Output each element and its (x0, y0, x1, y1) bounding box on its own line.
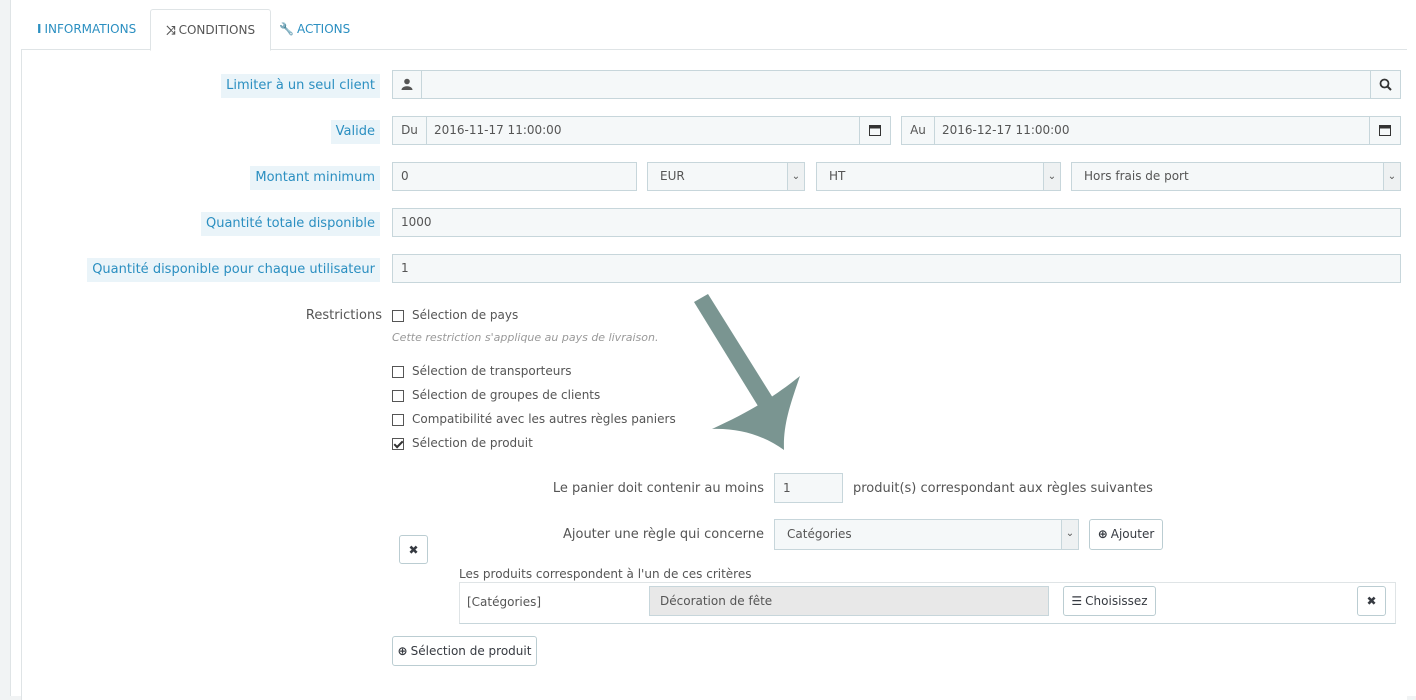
groups-checkbox[interactable] (392, 390, 404, 402)
compat-checkbox-label[interactable]: Compatibilité avec les autres règles pan… (412, 412, 676, 426)
criteria-value-field: Décoration de fête (649, 586, 1049, 616)
date-to-input[interactable]: 2016-12-17 11:00:00 (934, 117, 1368, 144)
tab-conditions[interactable]: ⤨ CONDITIONS (150, 9, 272, 51)
validity-label: Valide (330, 120, 380, 144)
user-icon (393, 71, 422, 98)
remove-rule-group-button[interactable]: ✖ (399, 535, 428, 564)
calendar-icon[interactable] (859, 117, 890, 144)
product-checkbox-label[interactable]: Sélection de produit (412, 436, 533, 450)
add-rule-label: Ajouter une règle qui concerne (562, 527, 764, 542)
list-icon: ☰ (1071, 594, 1083, 608)
criteria-label: Les produits correspondent à l'un de ces… (459, 567, 752, 581)
total-quantity-input[interactable]: 1000 (392, 208, 1401, 237)
groups-checkbox-label[interactable]: Sélection de groupes de clients (412, 388, 600, 402)
remove-criteria-button[interactable]: ✖ (1357, 586, 1386, 616)
criteria-type: [Catégories] (467, 595, 542, 609)
shuffle-icon: ⤨ (166, 23, 176, 37)
currency-select[interactable]: EUR ⌄ (647, 162, 805, 191)
user-quantity-input[interactable]: 1 (392, 254, 1401, 283)
chevron-down-icon: ⌄ (1043, 163, 1060, 190)
chevron-down-icon: ⌄ (1061, 520, 1078, 549)
chevron-down-icon: ⌄ (1383, 163, 1400, 190)
calendar-icon[interactable] (1369, 117, 1400, 144)
total-quantity-label: Quantité totale disponible (200, 212, 380, 236)
carriers-checkbox-label[interactable]: Sélection de transporteurs (412, 364, 572, 378)
client-search-field[interactable] (392, 70, 1401, 99)
date-from-field[interactable]: Du 2016-11-17 11:00:00 (392, 116, 891, 145)
plus-circle-icon: ⊕ (1097, 527, 1108, 541)
close-icon: ✖ (408, 543, 419, 557)
country-hint: Cette restriction s'applique au pays de … (392, 331, 659, 344)
client-label: Limiter à un seul client (221, 74, 380, 98)
wrench-icon: 🔧 (279, 22, 294, 36)
minimum-amount-input[interactable]: 0 (392, 162, 637, 191)
date-to-prefix: Au (902, 117, 935, 144)
search-icon[interactable] (1370, 71, 1400, 98)
rule-type-select[interactable]: Catégories ⌄ (774, 519, 1079, 550)
country-checkbox[interactable] (392, 310, 404, 322)
user-quantity-label: Quantité disponible pour chaque utilisat… (87, 258, 380, 282)
date-from-input[interactable]: 2016-11-17 11:00:00 (426, 117, 858, 144)
date-from-prefix: Du (393, 117, 427, 144)
add-rule-button[interactable]: ⊕ Ajouter (1089, 519, 1163, 550)
close-icon: ✖ (1366, 594, 1377, 608)
tab-informations[interactable]: i INFORMATIONS (37, 9, 136, 49)
min-products-input[interactable]: 1 (774, 473, 843, 503)
restrictions-label: Restrictions (305, 308, 382, 323)
info-icon: i (37, 22, 42, 36)
minimum-amount-label: Montant minimum (250, 166, 380, 190)
tab-actions[interactable]: 🔧 ACTIONS (279, 9, 350, 49)
min-products-suffix: produit(s) correspondant aux règles suiv… (853, 481, 1153, 496)
date-to-field[interactable]: Au 2016-12-17 11:00:00 (901, 116, 1401, 145)
min-products-label: Le panier doit contenir au moins (552, 481, 764, 496)
choose-button[interactable]: ☰ Choisissez (1063, 586, 1156, 616)
country-checkbox-label[interactable]: Sélection de pays (412, 308, 518, 322)
client-input[interactable] (421, 71, 1370, 98)
tax-select[interactable]: HT ⌄ (816, 162, 1061, 191)
carriers-checkbox[interactable] (392, 366, 404, 378)
compat-checkbox[interactable] (392, 414, 404, 426)
plus-circle-icon: ⊕ (397, 644, 408, 658)
chevron-down-icon: ⌄ (787, 163, 804, 190)
shipping-select[interactable]: Hors frais de port ⌄ (1071, 162, 1401, 191)
product-selection-button[interactable]: ⊕ Sélection de produit (392, 636, 537, 666)
product-checkbox[interactable] (392, 438, 404, 450)
